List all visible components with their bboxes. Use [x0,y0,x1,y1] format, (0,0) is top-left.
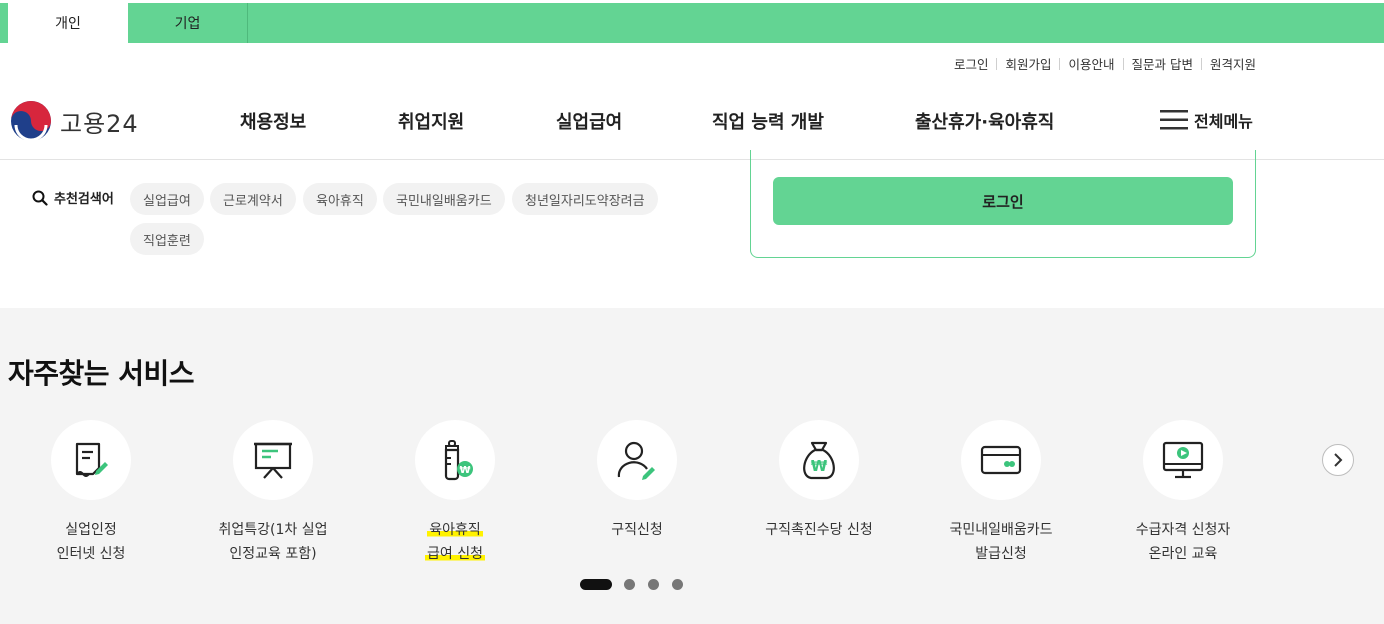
remote-support-link[interactable]: 원격지원 [1210,54,1256,73]
service-icon-circle [961,420,1041,500]
service-item-job-application[interactable]: 구직신청 [546,420,728,542]
pagination-dot[interactable] [672,579,683,590]
service-icon-circle [51,420,131,500]
gnb-unemployment-benefit[interactable]: 실업급여 [556,108,622,134]
tab-business[interactable]: 기업 [128,3,248,43]
service-icon-circle: ₩ [415,420,495,500]
hamburger-icon [1160,110,1188,130]
card-icon [980,445,1022,475]
login-link[interactable]: 로그인 [954,54,989,73]
divider [996,57,998,70]
login-button[interactable]: 로그인 [773,177,1233,225]
service-label-line1: 구직신청 [611,522,663,538]
site-logo[interactable]: 고용24 [10,100,139,142]
presentation-board-icon [254,442,292,479]
service-icon-circle [1143,420,1223,500]
divider [1200,57,1202,70]
service-label-line2: 급여 신청 [425,542,485,566]
carousel-pagination [580,579,696,590]
service-label-line1: 육아휴직 [425,518,485,542]
person-edit-icon [617,441,655,480]
service-label-line1: 실업인정 [65,522,117,538]
pagination-dot[interactable] [624,579,635,590]
service-label: 육아휴직 급여 신청 [425,518,485,566]
service-label: 수급자격 신청자 온라인 교육 [1136,518,1231,566]
utility-links: 로그인 회원가입 이용안내 질문과 답변 원격지원 [954,54,1256,73]
service-label: 구직신청 [611,518,663,542]
service-label-line2: 온라인 교육 [1148,546,1218,562]
tab-personal[interactable]: 개인 [8,3,128,43]
divider [1122,57,1124,70]
keyword-chip[interactable]: 근로계약서 [210,183,296,215]
service-label-line1: 수급자격 신청자 [1135,522,1231,538]
carousel-next-button[interactable] [1322,444,1354,476]
service-label-line2: 인터넷 신청 [56,546,126,562]
service-label-line1: 국민내일배움카드 [949,522,1053,538]
service-label: 국민내일배움카드 발급신청 [949,518,1052,566]
highlighted-text: 육아휴직 [427,522,483,538]
logo-name: 고용24 [60,109,139,138]
service-label: 실업인정 인터넷 신청 [57,518,126,566]
signup-link[interactable]: 회원가입 [1005,54,1051,73]
gnb-recruit[interactable]: 채용정보 [240,108,306,134]
service-label: 구직촉진수당 신청 [765,518,873,542]
gnb-skill-development[interactable]: 직업 능력 개발 [712,108,824,134]
top-tab-bar: 개인 기업 [0,0,1384,46]
monitor-play-icon [1162,441,1204,479]
service-item-job-promotion-allowance[interactable]: ₩ 구직촉진수당 신청 [728,420,910,542]
section-title: 자주찾는 서비스 [8,357,195,390]
baby-bottle-won-icon: ₩ [444,440,473,481]
all-menu-button[interactable]: 전체메뉴 [1160,108,1253,132]
document-edit-icon [75,442,108,477]
all-menu-label: 전체메뉴 [1194,112,1253,131]
pagination-dot[interactable] [648,579,659,590]
keyword-chip[interactable]: 육아휴직 [303,183,377,215]
divider [1059,57,1061,70]
service-item-parental-leave-benefit[interactable]: ₩ 육아휴직 급여 신청 [364,420,546,566]
gnb-maternity-parental-leave[interactable]: 출산휴가·육아휴직 [915,108,1054,134]
service-label-line2: 발급신청 [975,546,1027,562]
keyword-chip[interactable]: 청년일자리도약장려금 [512,183,658,215]
service-item-unemployment-recognition[interactable]: 실업인정 인터넷 신청 [0,420,182,566]
keyword-chip[interactable]: 실업급여 [130,183,204,215]
service-label-line2: 인정교육 포함) [229,546,317,562]
service-label: 취업특강(1차 실업 인정교육 포함) [219,518,328,566]
service-item-job-lecture[interactable]: 취업특강(1차 실업 인정교육 포함) [182,420,364,566]
service-icon-circle [233,420,313,500]
search-icon [32,190,48,206]
pagination-dot-active[interactable] [580,579,612,590]
taegeuk-logo-icon [11,101,51,142]
svg-text:₩: ₩ [459,465,470,476]
guide-link[interactable]: 이용안내 [1068,54,1114,73]
chevron-right-icon [1334,453,1343,467]
recommend-search-text: 추천검색어 [54,192,114,207]
service-item-online-education[interactable]: 수급자격 신청자 온라인 교육 [1092,420,1274,566]
recommend-search-label: 추천검색어 [32,188,114,207]
svg-text:₩: ₩ [811,457,828,475]
keyword-chip[interactable]: 국민내일배움카드 [383,183,505,215]
qna-link[interactable]: 질문과 답변 [1132,54,1193,73]
service-item-learning-card[interactable]: 국민내일배움카드 발급신청 [910,420,1092,566]
money-bag-icon: ₩ [803,441,835,480]
service-icon-circle [597,420,677,500]
keyword-chip[interactable]: 직업훈련 [130,223,204,255]
service-icon-circle: ₩ [779,420,859,500]
highlighted-text: 급여 신청 [425,546,485,562]
gnb-employment-support[interactable]: 취업지원 [398,108,464,134]
service-label-line1: 구직촉진수당 신청 [765,522,873,538]
service-label-line1: 취업특강(1차 실업 [218,522,328,538]
